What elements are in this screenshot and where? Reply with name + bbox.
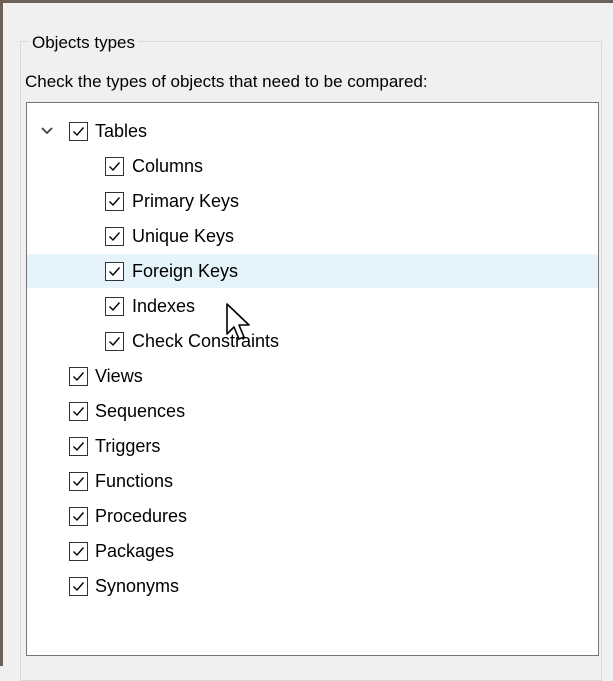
checkmark-icon — [109, 302, 121, 312]
tree-item-unique-keys[interactable]: Unique Keys — [27, 219, 598, 253]
tree-item-label: Synonyms — [95, 576, 180, 596]
checkmark-icon — [109, 267, 121, 277]
sequences-checkbox[interactable] — [69, 402, 88, 421]
tree-item-label: Primary Keys — [132, 191, 240, 211]
tree-item-label: Views — [95, 366, 143, 386]
checkmark-icon — [73, 407, 85, 417]
functions-checkbox[interactable] — [69, 472, 88, 491]
tree-item-triggers[interactable]: Triggers — [27, 429, 598, 463]
checkmark-icon — [109, 162, 121, 172]
tree-item-primary-keys[interactable]: Primary Keys — [27, 184, 598, 218]
tree-item-label: Packages — [95, 541, 175, 561]
checkmark-icon — [109, 197, 121, 207]
tree-item-label: Foreign Keys — [132, 261, 239, 281]
check-constraints-checkbox[interactable] — [105, 332, 124, 351]
checkmark-icon — [73, 127, 85, 137]
tree-item-synonyms[interactable]: Synonyms — [27, 569, 598, 603]
tables-checkbox[interactable] — [69, 122, 88, 141]
tree-item-procedures[interactable]: Procedures — [27, 499, 598, 533]
group-title: Objects types — [29, 32, 138, 54]
tree-item-label: Columns — [132, 156, 204, 176]
checkmark-icon — [73, 477, 85, 487]
unique-keys-checkbox[interactable] — [105, 227, 124, 246]
tree-item-views[interactable]: Views — [27, 359, 598, 393]
tree-item-tables[interactable]: Tables — [27, 114, 598, 148]
columns-checkbox[interactable] — [105, 157, 124, 176]
checkmark-icon — [73, 547, 85, 557]
instruction-text: Check the types of objects that need to … — [25, 72, 428, 91]
tree-item-check-constraints[interactable]: Check Constraints — [27, 324, 598, 358]
checkmark-icon — [73, 372, 85, 382]
tree-item-foreign-keys[interactable]: Foreign Keys — [27, 254, 598, 288]
tree-item-indexes[interactable]: Indexes — [27, 289, 598, 323]
checkmark-icon — [73, 512, 85, 522]
tree-item-label: Indexes — [132, 296, 196, 316]
tree-item-sequences[interactable]: Sequences — [27, 394, 598, 428]
checkmark-icon — [73, 582, 85, 592]
packages-checkbox[interactable] — [69, 542, 88, 561]
tree-item-label: Unique Keys — [132, 226, 235, 246]
checkmark-icon — [109, 232, 121, 242]
indexes-checkbox[interactable] — [105, 297, 124, 316]
tree-item-packages[interactable]: Packages — [27, 534, 598, 568]
tree-item-label: Check Constraints — [132, 331, 280, 351]
tree-item-label: Triggers — [95, 436, 161, 456]
tree-item-columns[interactable]: Columns — [27, 149, 598, 183]
procedures-checkbox[interactable] — [69, 507, 88, 526]
foreign-keys-checkbox[interactable] — [105, 262, 124, 281]
triggers-checkbox[interactable] — [69, 437, 88, 456]
checkmark-icon — [109, 337, 121, 347]
tree-item-label: Procedures — [95, 506, 188, 526]
views-checkbox[interactable] — [69, 367, 88, 386]
synonyms-checkbox[interactable] — [69, 577, 88, 596]
chevron-down-icon[interactable] — [40, 124, 54, 138]
object-types-tree[interactable]: Tables Columns Primary Keys Unique Keys … — [26, 102, 599, 656]
tree-item-label: Sequences — [95, 401, 186, 421]
checkmark-icon — [73, 442, 85, 452]
tree-item-label: Tables — [95, 121, 148, 141]
primary-keys-checkbox[interactable] — [105, 192, 124, 211]
tree-item-label: Functions — [95, 471, 174, 491]
tree-item-functions[interactable]: Functions — [27, 464, 598, 498]
